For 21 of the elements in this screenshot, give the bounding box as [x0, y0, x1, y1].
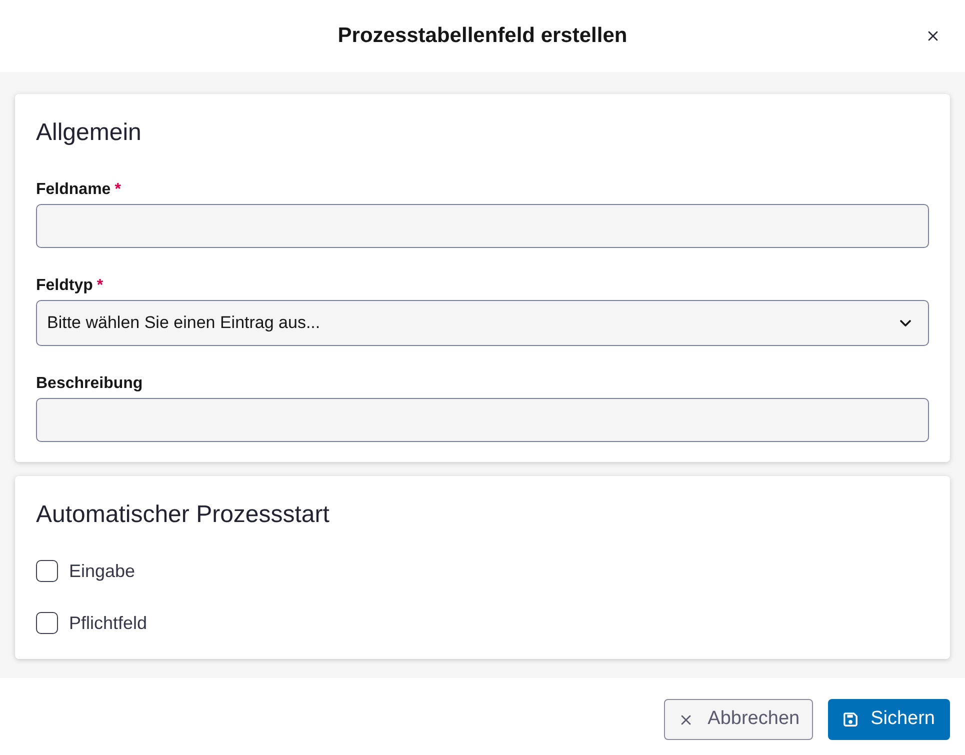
checkbox-label: Eingabe: [69, 560, 136, 583]
section-heading: Allgemein: [36, 118, 142, 148]
select-placeholder: Bitte wählen Sie einen Eintrag aus...: [47, 312, 320, 334]
checkbox[interactable]: [36, 560, 58, 582]
x-icon: [680, 714, 691, 724]
checkbox[interactable]: [36, 612, 58, 634]
dialog-title: Prozesstabellenfeld erstellen: [338, 23, 628, 50]
field-label: Feldname: [36, 180, 111, 200]
save-button[interactable]: Sichern: [828, 699, 950, 740]
field-label: Feldtyp: [36, 276, 93, 296]
required-asterisk: *: [114, 180, 121, 200]
cancel-button[interactable]: Abbrechen: [664, 699, 813, 740]
required-asterisk: *: [96, 276, 104, 296]
text-input-field[interactable]: [36, 204, 929, 248]
text-input-field[interactable]: [36, 398, 929, 442]
section-heading: Automatischer Prozessstart: [36, 500, 330, 530]
select-dropdown[interactable]: Bitte wählen Sie einen Eintrag aus...: [36, 300, 929, 346]
chevron-down-icon: [900, 320, 911, 326]
checkbox-label: Pflichtfeld: [69, 612, 148, 634]
field-label: Beschreibung: [36, 374, 143, 394]
close-icon: [928, 31, 938, 41]
